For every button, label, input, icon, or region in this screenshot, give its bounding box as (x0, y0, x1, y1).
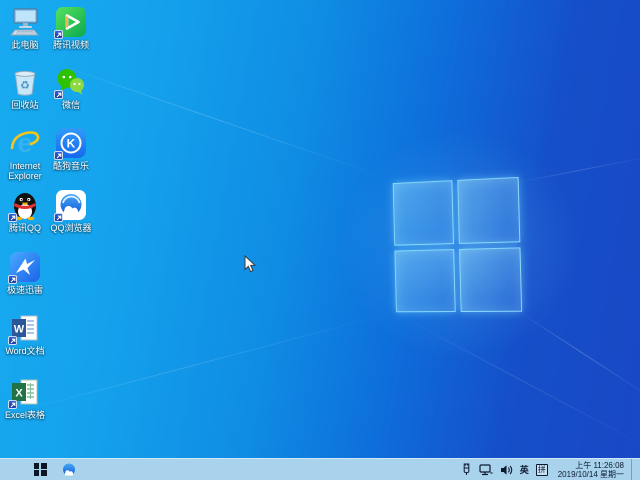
desktop-icon-tencent-video[interactable]: 腾讯视频 (48, 6, 94, 50)
mouse-cursor (244, 254, 257, 278)
usb-eject-tray-icon[interactable] (461, 459, 472, 480)
taskbar-clock[interactable]: 上午 11:26:08 2019/10/14 星期一 (555, 461, 624, 479)
desktop-icon-wechat[interactable]: 微信 (48, 66, 209, 110)
desktop-icon-word[interactable]: W Word文档 (2, 312, 48, 356)
icon-label: Internet Explorer (8, 161, 42, 181)
icon-label: 回收站 (11, 100, 39, 110)
this-pc-icon (9, 6, 41, 38)
icon-label: Excel表格 (4, 410, 45, 420)
logo-pane (456, 176, 521, 244)
icon-label: 腾讯QQ (8, 223, 41, 233)
network-tray-icon[interactable] (479, 459, 493, 480)
icon-label: QQ浏览器 (50, 223, 92, 233)
icon-label: 腾讯视频 (52, 40, 89, 50)
logo-pane (392, 180, 454, 246)
ime-mode-icon: 拼 (535, 463, 548, 476)
clock-time: 上午 11:26:08 (575, 460, 624, 470)
taskbar: 英 拼 上午 11:26:08 2019/10/14 星期一 (0, 458, 640, 480)
windows-start-icon (33, 463, 47, 476)
wallpaper-ray (0, 312, 392, 417)
icon-label: 微信 (61, 100, 80, 110)
shortcut-arrow-badge (54, 30, 63, 39)
desktop-icon-this-pc[interactable]: 此电脑 (2, 6, 48, 50)
clock-date: 2019/10/14 星期一 (557, 469, 624, 479)
language-indicator[interactable]: 英 (520, 459, 529, 480)
desktop: 此电脑 腾讯视频 ♻ 回收站 微信 e Internet Explorer K … (0, 0, 640, 480)
desktop-icon-kugou-music[interactable]: K 酷狗音乐 (48, 127, 94, 171)
show-desktop-button[interactable] (631, 458, 635, 480)
recycle-bin-icon: ♻ (9, 66, 41, 98)
icon-label: 此电脑 (11, 40, 39, 50)
kugou-music-icon: K (54, 127, 87, 160)
icon-label: Word文档 (5, 346, 45, 356)
ime-mode-button[interactable]: 拼 (535, 459, 548, 480)
windows-logo-wallpaper (392, 176, 523, 313)
wechat-icon (54, 66, 209, 99)
wallpaper-ray (393, 312, 640, 454)
shortcut-arrow-badge (8, 400, 17, 409)
excel-letter: X (15, 388, 23, 400)
shortcut-arrow-badge (8, 336, 17, 345)
start-button[interactable] (25, 459, 55, 480)
desktop-icon-qq-browser[interactable]: QQ浏览器 (48, 189, 94, 233)
shortcut-arrow-badge (54, 213, 63, 222)
qq-browser-icon (54, 189, 87, 222)
wallpaper-ray (517, 156, 640, 183)
internet-explorer-icon: e (9, 127, 41, 159)
logo-pane (394, 248, 456, 313)
excel-icon: X (8, 376, 41, 409)
tencent-qq-icon (8, 189, 41, 222)
system-tray: 英 拼 上午 11:26:08 2019/10/14 星期一 (461, 458, 640, 480)
word-icon: W (8, 312, 41, 345)
word-letter: W (14, 324, 25, 336)
icon-label: 极速迅雷 (6, 285, 43, 295)
tencent-video-icon (54, 6, 87, 39)
shortcut-arrow-badge (8, 213, 17, 222)
kugou-letter: K (67, 137, 76, 151)
logo-pane (458, 246, 523, 313)
desktop-icon-tencent-qq[interactable]: 腾讯QQ (2, 189, 48, 233)
desktop-icon-thunder[interactable]: 极速迅雷 (2, 251, 48, 295)
desktop-icon-internet-explorer[interactable]: e Internet Explorer (2, 127, 48, 181)
wallpaper-ray (516, 310, 640, 401)
icon-label: 酷狗音乐 (52, 161, 89, 171)
taskbar-qq-browser-button[interactable] (55, 459, 83, 480)
volume-tray-icon[interactable] (500, 459, 513, 480)
desktop-icon-recycle-bin[interactable]: ♻ 回收站 (2, 66, 48, 110)
recycle-symbol: ♻ (20, 80, 30, 92)
shortcut-arrow-badge (8, 275, 17, 284)
desktop-icon-excel[interactable]: X Excel表格 (2, 376, 48, 420)
shortcut-arrow-badge (54, 151, 63, 160)
qq-browser-taskbar-icon (63, 463, 75, 475)
shortcut-arrow-badge (54, 90, 63, 99)
thunder-icon (8, 251, 41, 284)
